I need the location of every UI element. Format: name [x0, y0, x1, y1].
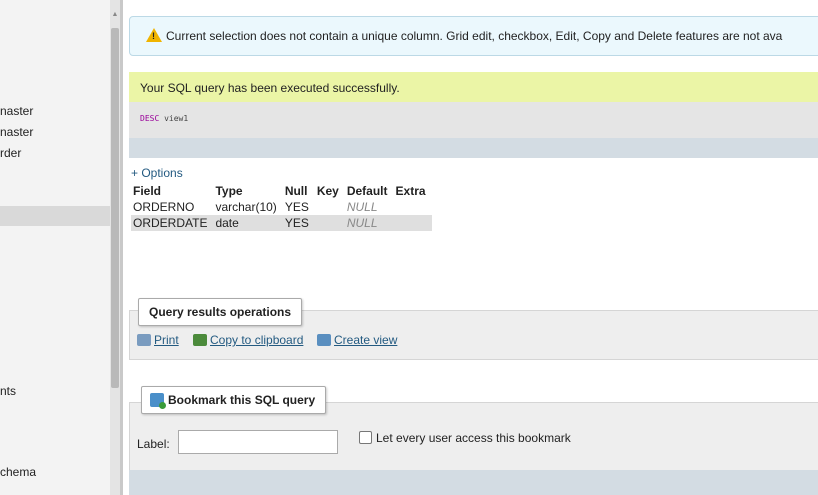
sql-query-box: DESC view1 — [129, 102, 818, 138]
table-cell-null: NULL — [344, 199, 394, 215]
table-cell: ORDERNO — [131, 199, 214, 215]
table-cell: date — [213, 215, 283, 231]
shared-bookmark-checkbox[interactable] — [359, 431, 372, 444]
column-header[interactable]: Type — [213, 183, 282, 199]
table-cell: ORDERDATE — [131, 215, 214, 231]
bookmark-legend: Bookmark this SQL query — [141, 386, 327, 414]
copy-to-clipboard-link[interactable]: Copy to clipboard — [193, 333, 303, 347]
create-view-label: Create view — [334, 333, 398, 347]
table-header-row: Field Type Null Key Default Extra — [131, 183, 432, 199]
column-header[interactable]: Extra — [394, 183, 432, 199]
nav-item-table[interactable]: nts — [0, 384, 16, 398]
nav-scrollbar[interactable]: ▲ — [110, 0, 120, 495]
table-cell — [393, 199, 432, 215]
create-view-icon — [317, 334, 331, 346]
bookmark-footer — [129, 470, 818, 495]
column-header[interactable]: Key — [315, 183, 345, 199]
nav-selected-row — [0, 206, 110, 226]
table-cell — [314, 199, 345, 215]
bookmark-icon — [150, 393, 166, 409]
bookmark-label-input[interactable] — [178, 430, 338, 454]
bookmark-label-text: Label: — [137, 437, 170, 451]
print-label: Print — [154, 333, 179, 347]
sql-query-rest: view1 — [159, 114, 189, 123]
navigation-panel: naster naster rder nts chema — [0, 0, 110, 495]
warning-icon-mark: ! — [152, 31, 155, 41]
nav-item-table[interactable]: naster — [0, 125, 33, 139]
main-content: ! Current selection does not contain a u… — [126, 0, 818, 495]
sql-keyword: DESC — [140, 114, 160, 123]
query-results-operations-legend: Query results operations — [138, 298, 303, 326]
shared-bookmark-label[interactable]: Let every user access this bookmark — [376, 431, 571, 445]
bookmark-legend-text: Bookmark this SQL query — [168, 393, 316, 407]
success-text: Your SQL query has been executed success… — [140, 81, 400, 95]
sql-query-footer — [129, 138, 818, 158]
table-cell: YES — [282, 215, 315, 231]
clipboard-icon — [193, 334, 207, 346]
column-header[interactable]: Null — [283, 183, 315, 199]
create-view-link[interactable]: Create view — [317, 333, 397, 347]
scroll-up-arrow-icon[interactable]: ▲ — [110, 10, 120, 20]
panel-splitter[interactable] — [120, 0, 123, 495]
options-link[interactable]: + Options — [131, 166, 183, 180]
table-row: ORDERDATE date YES NULL — [131, 215, 432, 231]
notice-banner: ! Current selection does not contain a u… — [129, 16, 818, 56]
result-table: Field Type Null Key Default Extra ORDERN… — [131, 183, 432, 231]
table-row: ORDERNO varchar(10) YES NULL — [131, 199, 432, 215]
table-cell — [314, 215, 345, 231]
table-cell-null: NULL — [344, 215, 394, 231]
printer-icon — [137, 334, 151, 346]
column-header[interactable]: Field — [131, 183, 213, 199]
table-cell — [393, 215, 432, 231]
notice-text: Current selection does not contain a uni… — [166, 29, 783, 43]
nav-item-table[interactable]: naster — [0, 104, 33, 118]
sql-query-text: DESC view1 — [140, 114, 188, 123]
table-cell: YES — [282, 199, 315, 215]
success-message: Your SQL query has been executed success… — [129, 72, 818, 102]
nav-item-database[interactable]: chema — [0, 465, 36, 479]
print-link[interactable]: Print — [137, 333, 179, 347]
copy-to-clipboard-label: Copy to clipboard — [210, 333, 304, 347]
table-cell: varchar(10) — [213, 199, 283, 215]
column-header[interactable]: Default — [345, 183, 394, 199]
nav-item-table[interactable]: rder — [0, 146, 21, 160]
scroll-thumb[interactable] — [111, 28, 119, 388]
